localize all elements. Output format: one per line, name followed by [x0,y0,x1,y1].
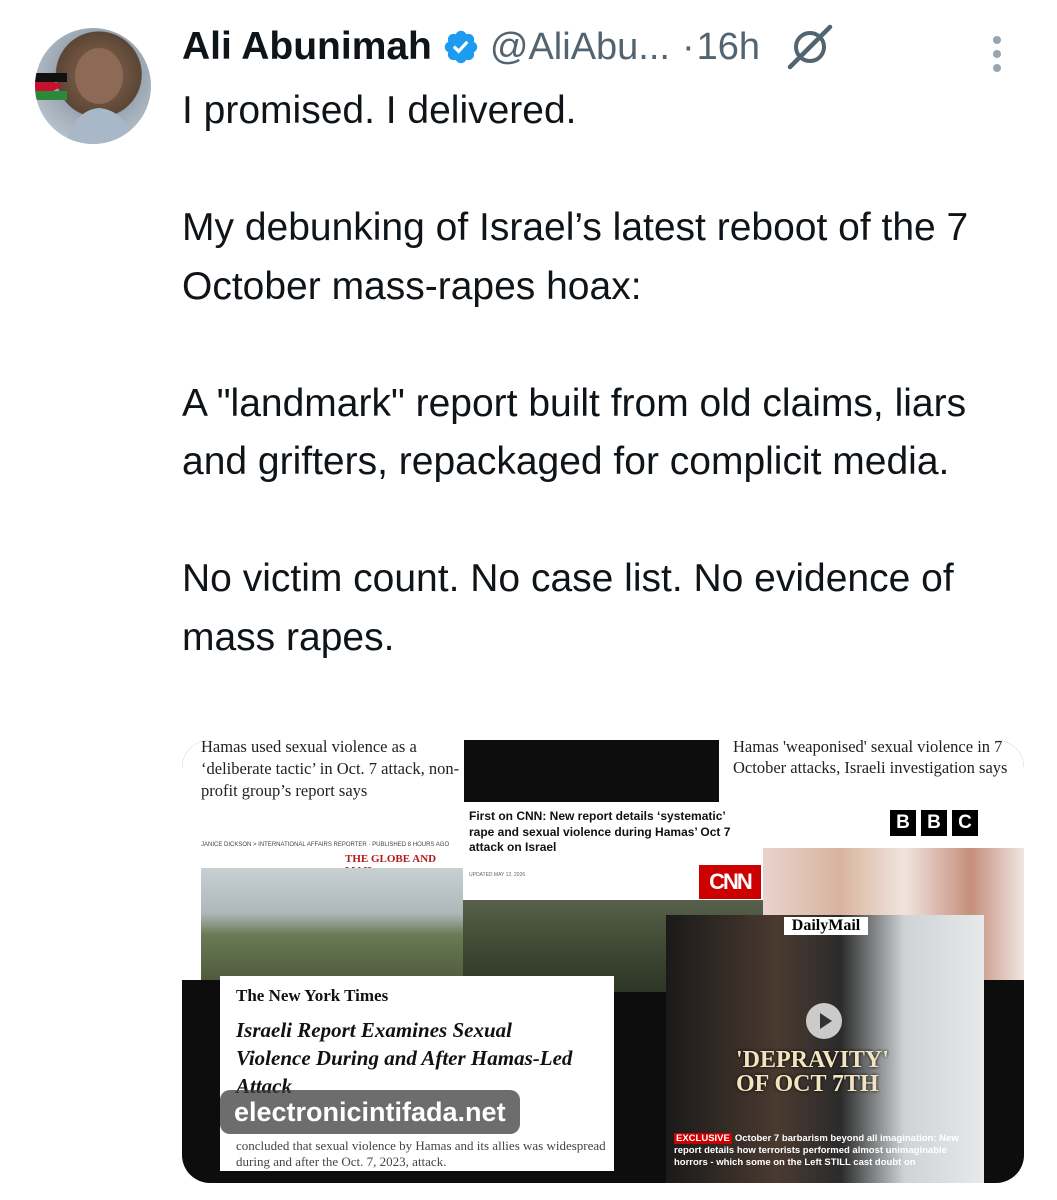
bbc-logo: B B C [890,810,978,836]
bbc-logo-letter: C [952,810,978,836]
nyt-subtext: concluded that sexual violence by Hamas … [236,1138,606,1169]
avatar-photo [35,48,135,144]
bbc-headline: Hamas 'weaponised' sexual violence in 7 … [733,740,1008,777]
tweet-paragraph: I promised. I delivered. [182,89,577,132]
more-options-icon[interactable] [982,30,1012,72]
nyt-headline: Israeli Report Examines Sexual Violence … [236,1018,573,1098]
daily-mail-card: DailyMail 'DEPRAVITY' OF OCT 7TH EXCLUSI… [666,915,984,1183]
globe-and-mail-card: Hamas used sexual violence as a ‘deliber… [182,740,464,980]
daily-mail-title: 'DEPRAVITY' OF OCT 7TH [736,1048,889,1096]
daily-mail-title-line: OF OCT 7TH [736,1071,879,1097]
nyt-card: The New York Times Israeli Report Examin… [220,976,614,1171]
tweet-paragraph: A "landmark" report built from old claim… [182,381,967,484]
globe-headline: Hamas used sexual violence as a ‘deliber… [201,740,460,800]
grok-icon[interactable] [784,21,836,73]
daily-mail-title-line: 'DEPRAVITY' [736,1047,889,1073]
tweet-header: Ali Abunimah @AliAbu... · 16h [182,22,836,72]
verified-badge-icon[interactable] [442,28,480,66]
globe-photo [201,868,464,980]
daily-mail-logo: DailyMail [784,917,868,935]
author-handle[interactable]: @AliAbu... [490,26,670,69]
play-icon [806,1003,842,1039]
tweet-media-image[interactable]: Hamas used sexual violence as a ‘deliber… [182,740,1024,1183]
exclusive-badge: EXCLUSIVE [674,1133,732,1144]
author-avatar[interactable] [35,28,151,144]
tweet-paragraph: No victim count. No case list. No eviden… [182,557,954,659]
tweet-timestamp[interactable]: 16h [697,26,760,69]
nyt-masthead: The New York Times [236,986,389,1005]
daily-mail-caption: EXCLUSIVE October 7 barbarism beyond all … [674,1133,974,1169]
bbc-logo-letter: B [921,810,947,836]
globe-byline: JANICE DICKSON > INTERNATIONAL AFFAIRS R… [201,842,450,848]
cnn-logo: CNN [699,865,761,899]
bbc-logo-letter: B [890,810,916,836]
tweet-text: I promised. I delivered. My debunking of… [182,82,1042,667]
cnn-meta: UPDATED MAY 12, 2026 [469,872,526,878]
author-name[interactable]: Ali Abunimah [182,25,432,69]
separator-dot: · [681,25,695,68]
cnn-headline: First on CNN: New report details ‘system… [469,809,731,854]
tweet-paragraph: My debunking of Israel’s latest reboot o… [182,206,969,308]
watermark-label: electronicintifada.net [220,1090,520,1134]
